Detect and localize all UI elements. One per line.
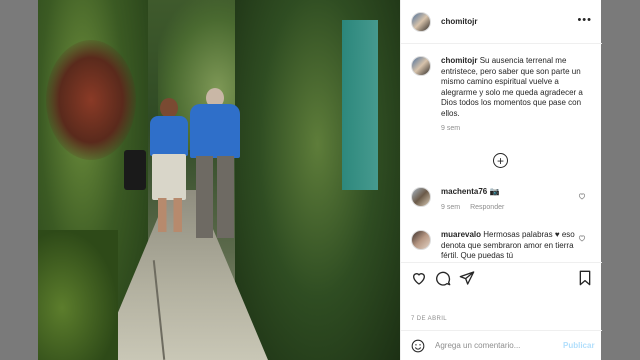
caption-text: chomitojr Su ausencia terrenal me entris… bbox=[441, 56, 583, 118]
person-left bbox=[146, 98, 190, 238]
heart-icon[interactable] bbox=[411, 270, 427, 286]
commenter-username[interactable]: muarevalo bbox=[441, 230, 481, 239]
comment-item: muarevalo Hermosas palabras ♥ eso denota… bbox=[411, 230, 596, 262]
caption-age[interactable]: 9 sem bbox=[441, 125, 460, 132]
small-heart-icon[interactable] bbox=[578, 234, 586, 242]
commenter-avatar[interactable] bbox=[411, 187, 431, 207]
comment-text: machenta76 📷 bbox=[441, 187, 500, 196]
author-avatar[interactable] bbox=[411, 11, 431, 32]
post-photo[interactable] bbox=[38, 0, 400, 360]
load-more-comments-button[interactable]: + bbox=[493, 153, 508, 168]
caption-author[interactable]: chomitojr bbox=[441, 56, 477, 65]
comment-item: machenta76 📷 9 sem Responder bbox=[411, 187, 596, 211]
red-plants bbox=[46, 40, 136, 160]
comment-composer: Publicar bbox=[401, 330, 602, 360]
post-side-panel: chomitojr ••• chomitojr Su ausencia terr… bbox=[400, 0, 602, 360]
emoji-icon[interactable] bbox=[411, 339, 425, 353]
bookmark-icon[interactable] bbox=[577, 270, 593, 286]
comment-meta: 9 sem Responder bbox=[441, 204, 584, 211]
comment-age[interactable]: 9 sem bbox=[441, 204, 460, 211]
commenter-username[interactable]: machenta76 bbox=[441, 187, 487, 196]
post-actions-bar bbox=[401, 262, 602, 294]
comment-icon[interactable] bbox=[435, 270, 451, 286]
post-header: chomitojr ••• bbox=[401, 0, 602, 44]
comments-list[interactable]: chomitojr Su ausencia terrenal me entris… bbox=[401, 44, 602, 262]
reply-button[interactable]: Responder bbox=[470, 204, 504, 211]
more-options-icon[interactable]: ••• bbox=[577, 15, 592, 26]
publish-button[interactable]: Publicar bbox=[563, 341, 595, 350]
caption-item: chomitojr Su ausencia terrenal me entris… bbox=[411, 56, 596, 132]
comment-text: muarevalo Hermosas palabras ♥ eso denota… bbox=[441, 230, 575, 260]
grass-left bbox=[38, 230, 118, 360]
comment-input[interactable] bbox=[435, 341, 555, 350]
caption-meta: 9 sem bbox=[441, 125, 584, 132]
teal-wall bbox=[342, 20, 378, 190]
dark-bag bbox=[124, 150, 146, 190]
commenter-avatar[interactable] bbox=[411, 230, 431, 250]
author-username[interactable]: chomitojr bbox=[441, 17, 477, 26]
small-heart-icon[interactable] bbox=[578, 192, 586, 200]
share-icon[interactable] bbox=[459, 270, 475, 286]
post-modal: chomitojr ••• chomitojr Su ausencia terr… bbox=[38, 0, 602, 360]
person-right bbox=[186, 88, 242, 240]
caption-avatar[interactable] bbox=[411, 56, 431, 76]
post-date[interactable]: 7 DE ABRIL bbox=[411, 316, 447, 322]
